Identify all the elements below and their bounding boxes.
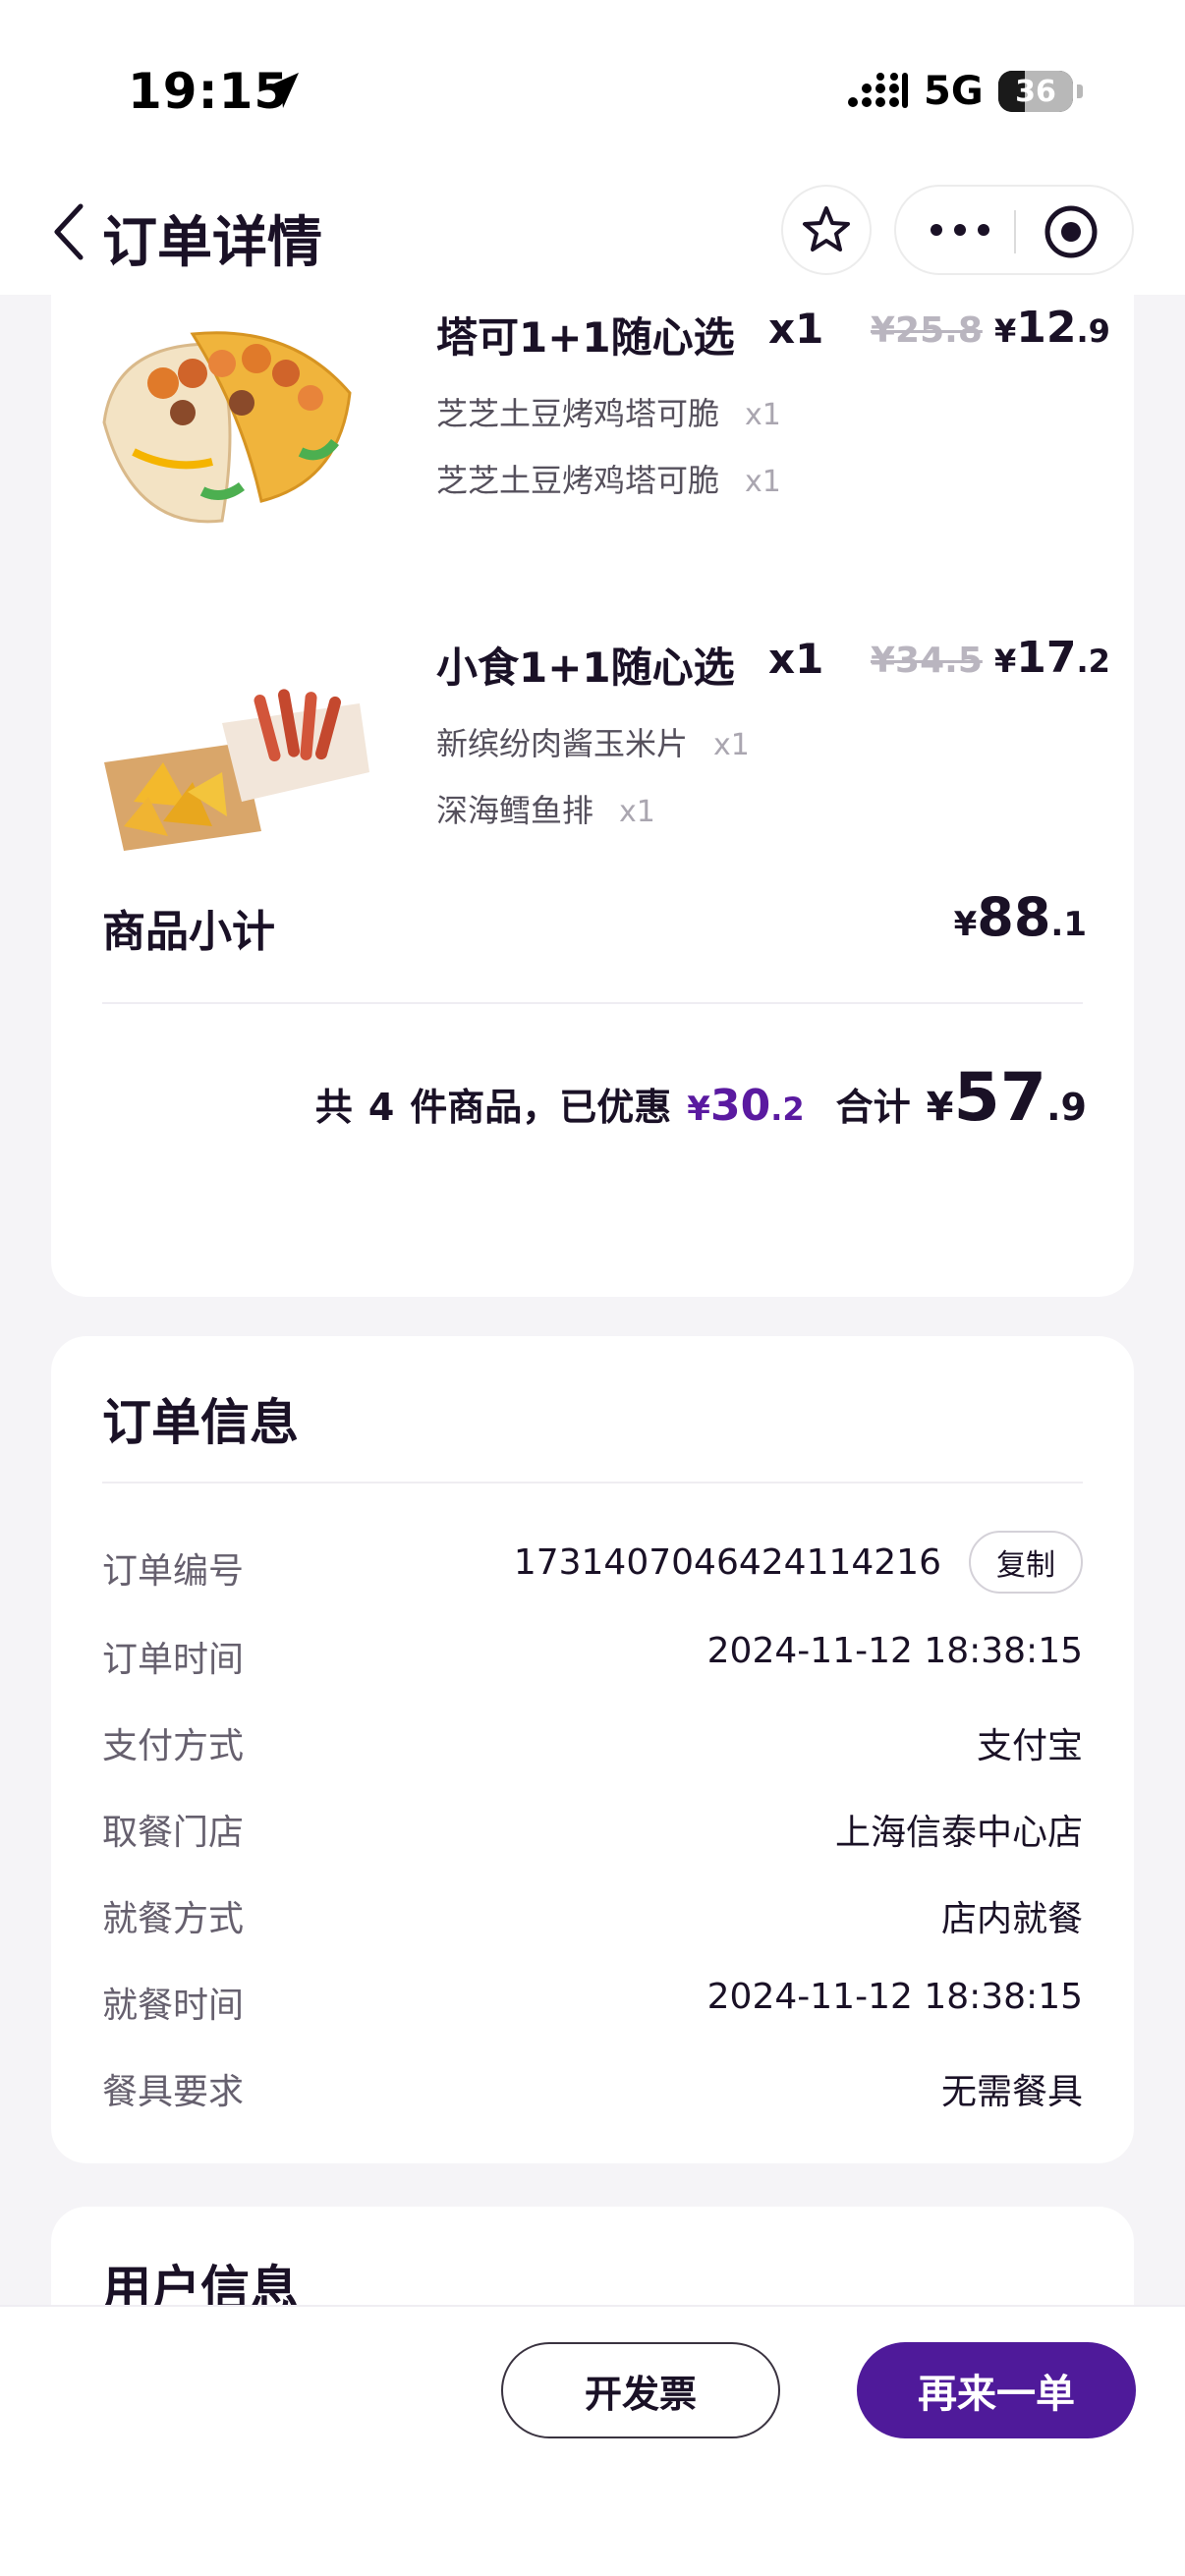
location-arrow-icon — [263, 73, 299, 108]
close-target-icon[interactable] — [1042, 202, 1100, 261]
back-chevron-icon[interactable] — [47, 200, 90, 263]
user-info-title: 用户信息 — [102, 2261, 299, 2305]
favorite-button[interactable] — [781, 185, 872, 275]
info-row-order-time: 订单时间 2024-11-12 18:38:15 — [102, 1631, 1083, 1680]
divider — [102, 1002, 1083, 1004]
nav-bar: 订单详情 — [0, 177, 1185, 295]
more-dots-icon — [931, 224, 989, 236]
snack-image — [104, 689, 369, 851]
original-price: ¥34.5 — [871, 641, 983, 681]
battery-cap — [1077, 84, 1083, 98]
more-button[interactable] — [926, 208, 994, 252]
info-row-store: 取餐门店 上海信泰中心店 — [102, 1813, 1083, 1853]
product-option: 深海鳕鱼排 x1 — [436, 792, 655, 829]
divider — [102, 1482, 1083, 1484]
products-card: 塔可1+1随心选 x1 ¥25.8 ¥12.9 芝芝土豆烤鸡塔可脆 x1 芝芝土豆… — [51, 295, 1134, 1297]
product-qty: x1 — [768, 635, 824, 683]
sale-price: ¥17.2 — [994, 633, 1110, 683]
page-title: 订单详情 — [102, 211, 322, 275]
copy-button[interactable]: 复制 — [969, 1531, 1083, 1594]
star-icon — [803, 206, 850, 252]
miniapp-capsule — [894, 185, 1134, 275]
reorder-button[interactable]: 再来一单 — [857, 2342, 1136, 2438]
info-row-payment: 支付方式 支付宝 — [102, 1726, 1083, 1766]
product-option: 芝芝土豆烤鸡塔可脆 x1 — [436, 462, 781, 499]
network-label: 5G — [924, 69, 984, 114]
product-item: 塔可1+1随心选 x1 ¥25.8 ¥12.9 芝芝土豆烤鸡塔可脆 x1 芝芝土豆… — [51, 303, 1134, 560]
product-qty: x1 — [768, 305, 824, 353]
info-row-dining-mode: 就餐方式 店内就餐 — [102, 1899, 1083, 1939]
order-detail-content[interactable]: 塔可1+1随心选 x1 ¥25.8 ¥12.9 芝芝土豆烤鸡塔可脆 x1 芝芝土豆… — [0, 295, 1185, 2305]
info-row-utensils: 餐具要求 无需餐具 — [102, 2072, 1083, 2112]
bottom-action-bar: 开发票 再来一单 — [0, 2305, 1185, 2576]
product-item: 小食1+1随心选 x1 ¥34.5 ¥17.2 新缤纷肉酱玉米片 x1 深海鳕鱼排… — [51, 633, 1134, 890]
invoice-button[interactable]: 开发票 — [501, 2342, 780, 2438]
product-name: 塔可1+1随心选 — [436, 313, 735, 362]
product-option: 芝芝土豆烤鸡塔可脆 x1 — [436, 395, 781, 432]
info-row-order-number: 订单编号 1731407046424114216 复制 — [102, 1531, 1083, 1596]
sale-price: ¥12.9 — [994, 303, 1110, 353]
order-info-card: 订单信息 订单编号 1731407046424114216 复制 订单时间 20… — [51, 1336, 1134, 2163]
discount-amount: ¥30.2 — [687, 1081, 805, 1131]
signal-icon — [848, 73, 908, 108]
order-summary: 共 4 件商品，已优惠 ¥30.2 合计 ¥57.9 — [314, 1059, 1087, 1137]
user-info-card: 用户信息 — [51, 2207, 1134, 2305]
product-option: 新缤纷肉酱玉米片 x1 — [436, 725, 750, 762]
order-number: 1731407046424114216 — [513, 1542, 941, 1583]
status-bar: 19:15 5G 36 — [0, 0, 1185, 177]
order-info-title: 订单信息 — [102, 1394, 299, 1451]
taco-image — [102, 331, 352, 524]
subtotal-value: ¥88.1 — [953, 886, 1087, 948]
total-amount: ¥57.9 — [926, 1059, 1087, 1137]
capsule-divider — [1014, 210, 1016, 253]
battery-level-text: 36 — [1015, 74, 1056, 109]
subtotal-label: 商品小计 — [102, 907, 275, 957]
info-row-dining-time: 就餐时间 2024-11-12 18:38:15 — [102, 1977, 1083, 2026]
product-name: 小食1+1随心选 — [436, 644, 735, 692]
original-price: ¥25.8 — [871, 310, 983, 351]
battery-indicator: 36 — [998, 71, 1073, 112]
